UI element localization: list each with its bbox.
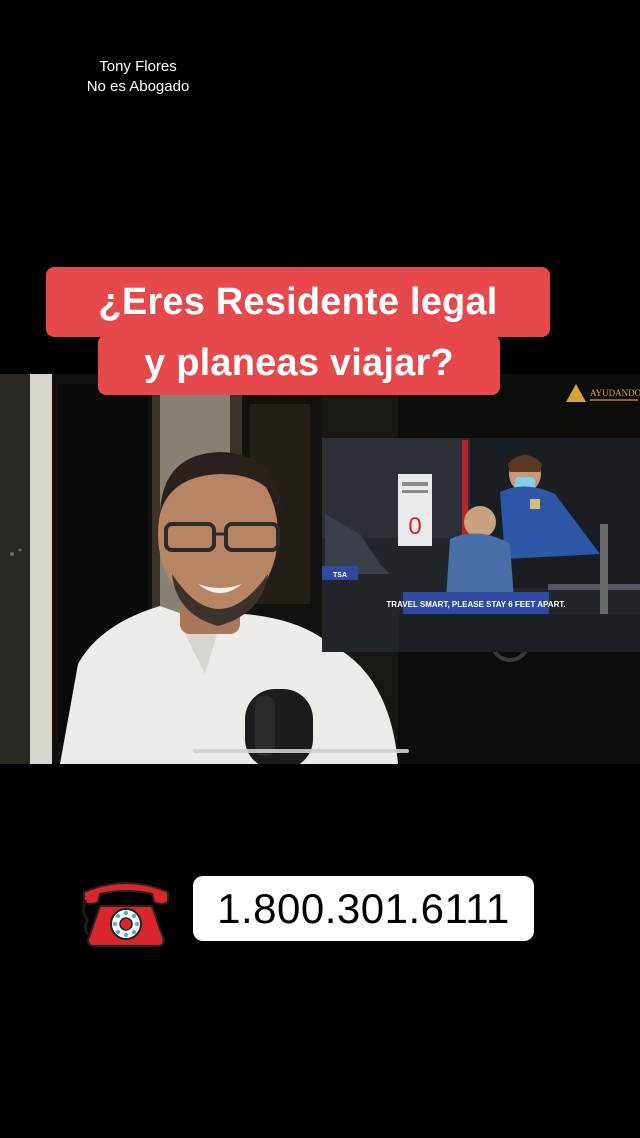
video-scene: 0 TSA TRAVEL SMART, PLEASE STAY 6 FEET A… <box>0 374 640 764</box>
creator-name: Tony Flores <box>99 58 177 75</box>
telephone-icon <box>82 882 169 947</box>
caption-line-1: ¿Eres Residente legal <box>46 267 550 337</box>
creator-disclaimer: No es Abogado <box>86 78 190 95</box>
video-scrubber[interactable] <box>193 749 409 753</box>
creator-credit: Tony Flores No es Abogado <box>60 57 216 97</box>
airport-inset-photo: 0 TSA TRAVEL SMART, PLEASE STAY 6 FEET A… <box>322 438 640 662</box>
small-sign-text: TSA <box>333 572 347 579</box>
kiosk-sign-number: 0 <box>408 513 421 540</box>
logo-text: AYUDANDO <box>590 388 640 398</box>
phone-number[interactable]: 1.800.301.6111 <box>193 876 534 941</box>
video-frame[interactable]: 0 TSA TRAVEL SMART, PLEASE STAY 6 FEET A… <box>0 374 640 764</box>
barrier-sign-text: TRAVEL SMART, PLEASE STAY 6 FEET APART. <box>386 600 565 609</box>
caption-line-2: y planeas viajar? <box>98 335 500 395</box>
